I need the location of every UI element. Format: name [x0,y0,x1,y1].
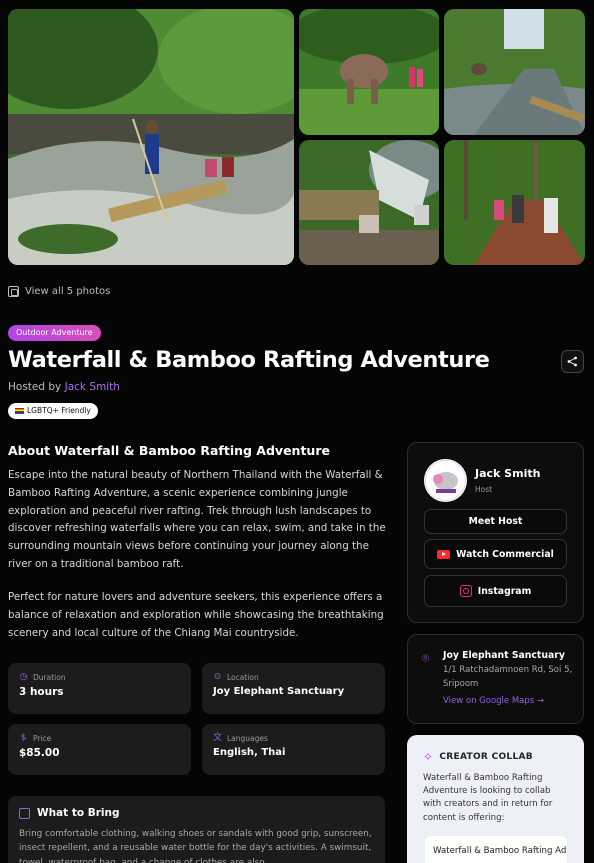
collab-offer: Waterfall & Bamboo Rafting Adventure for… [425,836,567,863]
what-to-bring-text: Bring comfortable clothing, walking shoe… [19,829,372,863]
price-value: $85.00 [19,747,60,759]
photo-jungle-trek[interactable] [444,140,585,265]
instagram-label: Instagram [477,585,532,597]
what-to-bring-card: What to Bring Bring comfortable clothing… [8,796,385,863]
photo-waterfall[interactable] [299,140,439,265]
badge-label: LGBTQ+ Friendly [27,406,91,415]
clock-icon: ◷ [19,672,28,682]
location-name: Joy Elephant Sanctuary [443,650,565,661]
collab-title: CREATOR COLLAB [439,752,533,762]
languages-label: Languages [227,734,268,743]
share-button[interactable] [561,350,584,373]
location-value: Joy Elephant Sanctuary [213,686,345,697]
dollar-icon: $ [20,733,27,743]
price-label: Price [33,734,52,743]
hosted-by: Hosted by Jack Smith [8,381,120,393]
meet-host-label: Meet Host [468,516,523,527]
view-all-label: View all 5 photos [25,286,111,297]
photo-rafting-main[interactable] [8,9,294,265]
page-title: Waterfall & Bamboo Rafting Adventure [8,347,490,373]
location-card: ⌾ Joy Elephant Sanctuary 1/1 Ratchadamno… [407,634,584,724]
gallery-icon [8,286,19,297]
hosted-by-prefix: Hosted by [8,381,62,393]
view-all-photos-button[interactable]: View all 5 photos [8,286,110,297]
pride-flag-icon [15,408,24,414]
instagram-button[interactable]: Instagram [424,575,567,607]
location-info-card: ⊙ Location Joy Elephant Sanctuary [202,663,385,714]
languages-value: English, Thai [213,747,286,758]
photo-river-raft[interactable] [444,9,585,135]
about-heading: About Waterfall & Bamboo Rafting Adventu… [8,443,330,458]
category-tag: Outdoor Adventure [8,325,101,341]
host-avatar[interactable] [424,459,467,502]
creator-collab-card: ✧ CREATOR COLLAB Waterfall & Bamboo Raft… [407,735,584,863]
duration-card: ◷ Duration 3 hours [8,663,191,714]
bag-icon [19,807,30,819]
photo-gallery [8,9,585,265]
meet-host-button[interactable]: Meet Host [424,509,567,534]
collab-description: Waterfall & Bamboo Rafting Adventure is … [423,773,553,823]
location-address: 1/1 Ratchadamnoen Rd, Soi 5, Sripoom [443,665,573,689]
duration-label: Duration [33,673,66,682]
photo-elephant[interactable] [299,9,439,135]
pin-icon: ⊙ [213,672,222,682]
about-paragraph-1: Escape into the natural beauty of Northe… [8,469,386,570]
about-paragraph-2: Perfect for nature lovers and adventure … [8,591,384,639]
instagram-icon [459,585,472,597]
host-card-name: Jack Smith [475,467,541,480]
languages-card: 文 Languages English, Thai [202,724,385,775]
google-maps-link[interactable]: View on Google Maps → [443,696,544,706]
youtube-icon [437,549,451,559]
host-card-role: Host [475,485,493,494]
watch-commercial-label: Watch Commercial [456,548,554,560]
duration-value: 3 hours [19,686,64,698]
what-to-bring-title: What to Bring [37,807,120,819]
host-name-link[interactable]: Jack Smith [65,381,120,393]
lgbtq-badge: LGBTQ+ Friendly [8,403,98,419]
location-pin-icon: ⌾ [422,651,430,665]
price-card: $ Price $85.00 [8,724,191,775]
host-card: Jack Smith Host Meet Host Watch Commerci… [407,442,584,623]
sparkle-icon: ✧ [423,750,434,764]
location-label: Location [227,673,259,682]
share-icon [567,356,577,367]
watch-commercial-button[interactable]: Watch Commercial [424,539,567,569]
translate-icon: 文 [213,733,223,743]
